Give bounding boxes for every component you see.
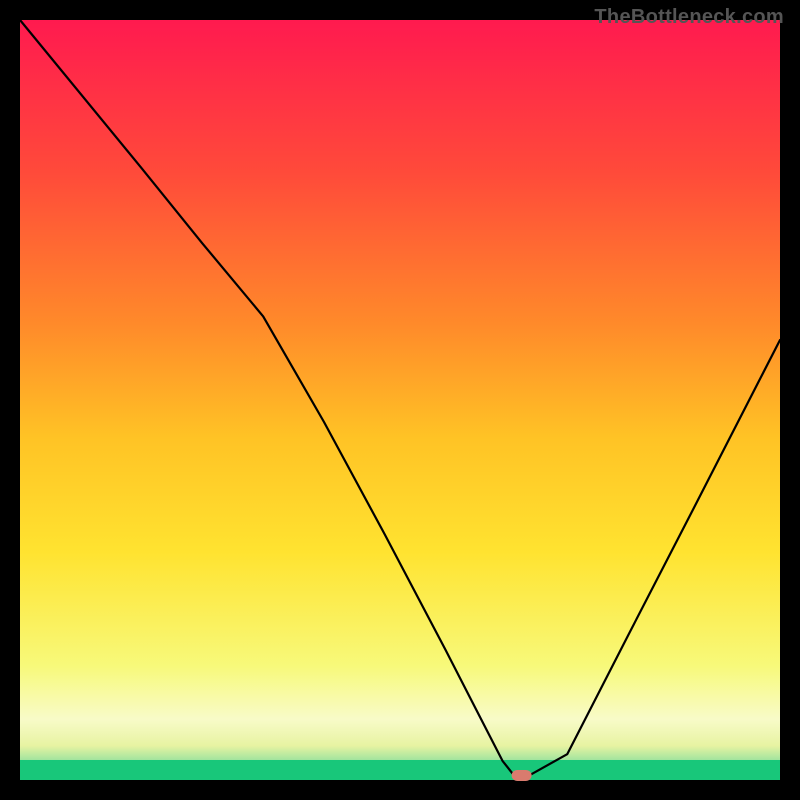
chart-stage: TheBottleneck.com xyxy=(0,0,800,800)
plot-gradient-area xyxy=(20,20,780,780)
chart-svg xyxy=(0,0,800,800)
green-floor-strip xyxy=(20,760,780,780)
ideal-marker xyxy=(512,770,532,781)
watermark-text: TheBottleneck.com xyxy=(594,6,784,29)
